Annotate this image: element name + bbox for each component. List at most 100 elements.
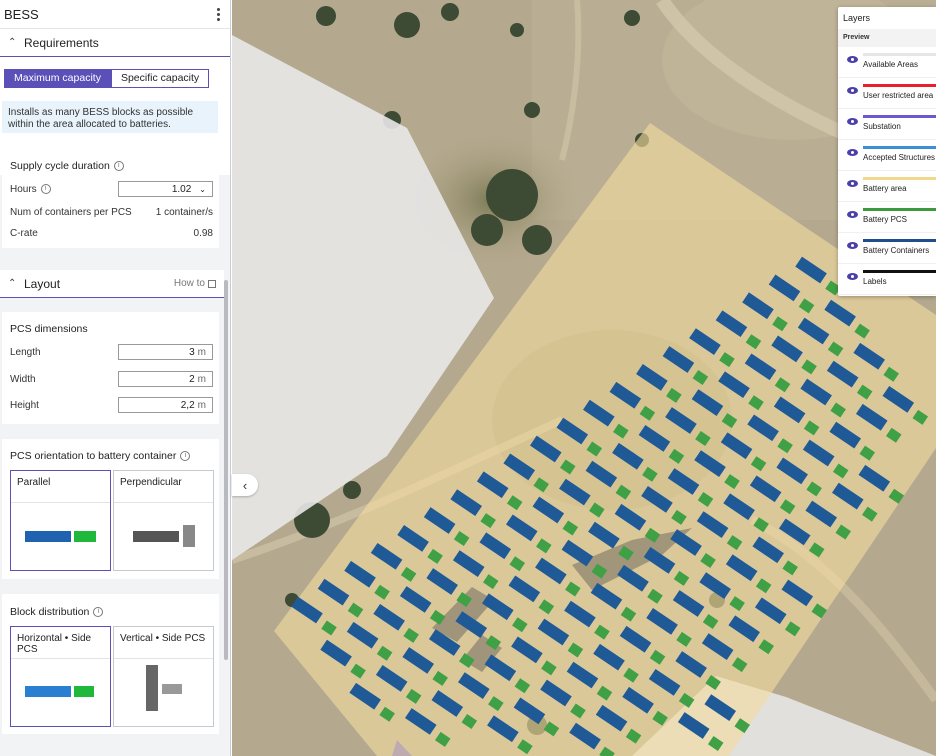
layout-title: Layout <box>24 276 61 291</box>
layer-name: Available Areas <box>863 60 918 69</box>
crate-row: C-rate 0.98 <box>10 228 213 239</box>
requirements-section-header[interactable]: ⌃ Requirements <box>0 29 230 57</box>
crate-value: 0.98 <box>193 228 213 239</box>
orientation-parallel-option[interactable]: Parallel <box>10 470 111 571</box>
requirements-title: Requirements <box>24 35 99 50</box>
length-input[interactable]: 3m <box>118 344 213 360</box>
eye-icon[interactable] <box>847 211 858 218</box>
layer-color-swatch <box>863 146 936 149</box>
satellite-map[interactable] <box>232 0 936 756</box>
layer-name: User restricted area <box>863 91 934 100</box>
info-icon[interactable]: i <box>40 184 51 194</box>
distribution-vertical-option[interactable]: Vertical • Side PCS <box>113 626 214 727</box>
maximum-capacity-button[interactable]: Maximum capacity <box>4 69 111 88</box>
hours-row: Hours i 1.02 ⌄ <box>10 181 213 197</box>
eye-icon[interactable] <box>847 180 858 187</box>
layer-item[interactable]: Substation <box>838 109 936 140</box>
layer-color-swatch <box>863 53 936 56</box>
layout-section-header[interactable]: ⌃ Layout How to <box>0 270 224 298</box>
how-to-link[interactable]: How to <box>174 278 216 289</box>
layer-item[interactable]: Available Areas <box>838 47 936 78</box>
containers-value: 1 container/s <box>155 207 213 218</box>
chevron-down-icon: ⌄ <box>199 184 206 194</box>
height-unit: m <box>197 399 206 411</box>
layer-item[interactable]: Battery area <box>838 171 936 202</box>
layer-color-swatch <box>863 84 936 87</box>
supply-cycle-title: Supply cycle duration i <box>10 160 124 172</box>
width-label: Width <box>10 373 36 385</box>
layers-title: Layers <box>843 13 871 23</box>
panel-header: BESS <box>0 0 230 29</box>
parallel-diagram-icon <box>11 503 110 570</box>
info-icon[interactable]: i <box>93 607 104 617</box>
distribution-title-text: Block distribution <box>10 606 90 618</box>
layer-item[interactable]: Battery Containers <box>838 233 936 264</box>
layer-item[interactable]: Accepted Structures <box>838 140 936 171</box>
length-unit: m <box>197 346 206 358</box>
height-label: Height <box>10 399 39 411</box>
eye-icon[interactable] <box>847 56 858 63</box>
length-value: 3 <box>189 346 195 358</box>
height-row: Height 2,2 m <box>10 397 213 413</box>
width-row: Width 2m <box>10 371 213 387</box>
collapse-panel-button[interactable]: ‹ <box>232 474 258 496</box>
layer-name: Substation <box>863 122 901 131</box>
panel-title: BESS <box>4 6 39 22</box>
panel-scrollbar[interactable] <box>224 280 228 660</box>
capacity-mode-toggle: Maximum capacity Specific capacity <box>4 69 210 88</box>
orientation-options: Parallel Perpendicular <box>10 470 214 571</box>
pcs-dimensions-card: PCS dimensions Length 3m Width 2m Height… <box>2 312 219 424</box>
vertical-label: Vertical • Side PCS <box>114 627 213 659</box>
hours-value: 1.02 <box>171 183 192 195</box>
eye-icon[interactable] <box>847 273 858 280</box>
layer-list: Available Areas User restricted area Subst… <box>838 47 936 295</box>
crate-label: C-rate <box>10 228 38 239</box>
containers-row: Num of containers per PCS 1 container/s <box>10 207 213 218</box>
distribution-card: Block distribution i Horizontal • Side P… <box>2 594 219 734</box>
specific-capacity-button[interactable]: Specific capacity <box>110 69 210 88</box>
horizontal-diagram-icon <box>11 659 110 726</box>
map-canvas <box>232 0 936 756</box>
layer-name: Labels <box>863 277 887 286</box>
length-label: Length <box>10 346 41 358</box>
supply-cycle-title-text: Supply cycle duration <box>10 160 110 172</box>
how-to-label: How to <box>173 278 205 289</box>
perpendicular-diagram-icon <box>114 503 213 570</box>
layer-name: Battery Containers <box>863 246 930 255</box>
distribution-horizontal-option[interactable]: Horizontal • Side PCS <box>10 626 111 727</box>
hours-select[interactable]: 1.02 ⌄ <box>118 181 213 197</box>
width-value: 2 <box>189 373 195 385</box>
app-root: BESS ⌃ Requirements Maximum capacity Spe… <box>0 0 936 756</box>
pcs-dimensions-title: PCS dimensions <box>10 323 88 335</box>
layer-color-swatch <box>863 270 936 273</box>
width-input[interactable]: 2m <box>118 371 213 387</box>
bess-panel: BESS ⌃ Requirements Maximum capacity Spe… <box>0 0 231 756</box>
eye-icon[interactable] <box>847 87 858 94</box>
layer-item[interactable]: Labels <box>838 264 936 295</box>
distribution-title: Block distribution i <box>10 606 104 618</box>
eye-icon[interactable] <box>847 118 858 125</box>
chevron-left-icon: ‹ <box>242 477 248 493</box>
orientation-card: PCS orientation to battery container i P… <box>2 439 219 579</box>
parallel-label: Parallel <box>11 471 110 503</box>
eye-icon[interactable] <box>847 149 858 156</box>
layer-item[interactable]: Battery PCS <box>838 202 936 233</box>
preview-label: Preview <box>838 29 936 47</box>
height-value: 2,2 <box>180 399 195 411</box>
layer-item[interactable]: User restricted area <box>838 78 936 109</box>
more-options-icon[interactable] <box>210 4 226 24</box>
vertical-diagram-icon <box>114 659 213 726</box>
info-message: Installs as many BESS blocks as possible… <box>2 101 218 133</box>
layers-panel: Layers Preview Available Areas User restr… <box>838 7 936 296</box>
orientation-perpendicular-option[interactable]: Perpendicular <box>113 470 214 571</box>
distribution-options: Horizontal • Side PCS Vertical • Side PC… <box>10 626 214 727</box>
info-icon[interactable]: i <box>113 161 124 171</box>
info-icon[interactable]: i <box>180 451 191 461</box>
layer-color-swatch <box>863 208 936 211</box>
height-input[interactable]: 2,2 m <box>118 397 213 413</box>
external-link-icon <box>208 279 216 288</box>
length-row: Length 3m <box>10 344 213 360</box>
orientation-title-text: PCS orientation to battery container <box>10 450 177 462</box>
layer-color-swatch <box>863 115 936 118</box>
eye-icon[interactable] <box>847 242 858 249</box>
